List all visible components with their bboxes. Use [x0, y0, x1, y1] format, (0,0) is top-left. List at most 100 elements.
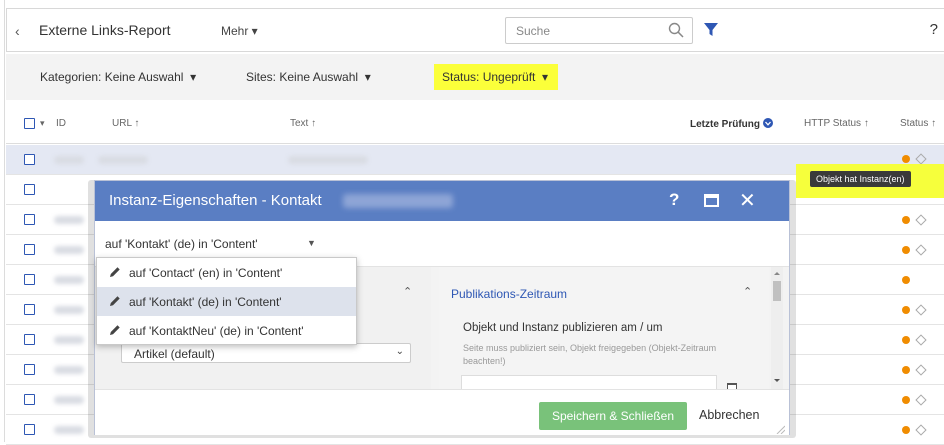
blurred-id: [54, 306, 84, 314]
collapse-icon[interactable]: ⌃: [743, 285, 752, 298]
instance-dropdown[interactable]: auf 'Kontakt' (de) in 'Content': [105, 237, 258, 251]
status-dot-icon: [902, 366, 910, 374]
scroll-thumb[interactable]: [773, 281, 781, 301]
blurred-text: [288, 156, 368, 164]
chevron-down-icon: ⌄: [395, 346, 404, 357]
row-checkbox[interactable]: [24, 274, 35, 285]
row-checkbox[interactable]: [24, 154, 35, 165]
row-checkbox[interactable]: [24, 244, 35, 255]
sites-filter[interactable]: Sites: Keine Auswahl ▾: [246, 70, 371, 84]
more-menu-button[interactable]: Mehr ▾: [221, 24, 258, 38]
maximize-icon[interactable]: [704, 194, 719, 207]
row-checkbox[interactable]: [24, 184, 35, 195]
status-diamond-icon: [915, 244, 927, 256]
blurred-id: [54, 156, 84, 164]
row-checkbox[interactable]: [24, 334, 35, 345]
dialog-title: Instanz-Eigenschaften - Kontakt: [109, 192, 322, 209]
status-diamond-icon: [915, 334, 927, 346]
search-placeholder: Suche: [516, 24, 551, 38]
chevron-down-icon[interactable]: ▼: [307, 238, 316, 248]
template-select[interactable]: Artikel (default) ⌄: [121, 343, 411, 363]
blurred-id: [54, 276, 84, 284]
status-dot-icon: [902, 426, 910, 434]
status-dot-icon: [902, 216, 910, 224]
status-dot-icon: [902, 336, 910, 344]
col-url[interactable]: URL ↑: [112, 118, 139, 129]
divider: [4, 0, 5, 442]
menu-item-kontakt-de[interactable]: auf 'Kontakt' (de) in 'Content': [97, 287, 356, 316]
status-diamond-icon: [915, 394, 927, 406]
menu-item-contact-en[interactable]: auf 'Contact' (en) in 'Content': [97, 258, 356, 287]
col-status[interactable]: Status ↑: [900, 118, 936, 129]
categories-filter-label: Kategorien: Keine Auswahl: [40, 70, 184, 84]
instance-menu: auf 'Contact' (en) in 'Content' auf 'Kon…: [96, 257, 357, 345]
blurred-id: [54, 246, 84, 254]
row-checkbox[interactable]: [24, 424, 35, 435]
pencil-icon: [109, 324, 121, 339]
pencil-icon: [109, 266, 121, 281]
status-dot-icon: [902, 306, 910, 314]
save-close-button[interactable]: Speichern & Schließen: [539, 402, 687, 430]
row-checkbox[interactable]: [24, 304, 35, 315]
status-dot-icon: [902, 396, 910, 404]
status-dot-icon: [902, 246, 910, 254]
status-diamond-icon: [915, 214, 927, 226]
collapse-icon[interactable]: ⌃: [403, 285, 412, 298]
categories-filter[interactable]: Kategorien: Keine Auswahl ▾: [40, 70, 196, 84]
report-header: ‹ Externe Links-Report Mehr ▾ Suche ?: [6, 8, 944, 52]
col-last-check[interactable]: Letzte Prüfung: [690, 118, 773, 130]
publish-date-input[interactable]: [461, 375, 717, 389]
sort-down-icon: [762, 118, 773, 128]
publish-label: Objekt und Instanz publizieren am / um: [463, 322, 663, 334]
col-text[interactable]: Text ↑: [290, 118, 316, 129]
sites-filter-label: Sites: Keine Auswahl: [246, 70, 359, 84]
status-diamond-icon: [915, 424, 927, 436]
col-id[interactable]: ID: [56, 118, 66, 129]
row-checkbox[interactable]: [24, 214, 35, 225]
resize-handle-icon: [776, 425, 785, 434]
col-last-check-label: Letzte Prüfung: [690, 119, 760, 130]
select-all-caret[interactable]: ▾: [40, 118, 45, 129]
close-icon[interactable]: ✕: [739, 188, 756, 213]
row-checkbox[interactable]: [24, 394, 35, 405]
blurred-url: [98, 156, 148, 164]
help-icon[interactable]: ?: [930, 21, 938, 38]
blurred-id: [54, 426, 84, 434]
status-dot-icon: [902, 276, 910, 284]
menu-item-label: auf 'Kontakt' (de) in 'Content': [129, 295, 282, 309]
search-icon[interactable]: [668, 22, 684, 41]
chevron-left-icon[interactable]: ‹: [15, 23, 20, 39]
filter-bar: Kategorien: Keine Auswahl ▾ Sites: Keine…: [6, 54, 944, 100]
more-label: Mehr: [221, 24, 249, 38]
status-diamond-icon: [915, 304, 927, 316]
dialog-help-icon[interactable]: ?: [669, 190, 679, 210]
scrollbar[interactable]: [771, 267, 783, 389]
page-title: Externe Links-Report: [39, 22, 171, 38]
row-checkbox[interactable]: [24, 364, 35, 375]
status-diamond-icon: [915, 153, 927, 165]
col-http-status[interactable]: HTTP Status ↑: [804, 118, 869, 129]
pencil-icon: [109, 295, 121, 310]
filter-icon[interactable]: [704, 23, 718, 40]
status-dot-icon: [902, 155, 910, 163]
blurred-id: [54, 366, 84, 374]
scroll-up-icon: [774, 272, 780, 275]
search-input[interactable]: Suche: [505, 17, 693, 44]
blurred-id: [54, 396, 84, 404]
dialog-header: Instanz-Eigenschaften - Kontakt ? ✕: [95, 181, 789, 221]
blurred-id: [54, 336, 84, 344]
select-all-checkbox[interactable]: [24, 118, 35, 129]
table-header: ▾ ID URL ↑ Text ↑ Letzte Prüfung HTTP St…: [6, 104, 944, 144]
section-title: Publikations-Zeitraum: [451, 287, 568, 301]
cancel-button[interactable]: Abbrechen: [699, 408, 759, 422]
blurred-title-suffix: [343, 194, 453, 208]
blurred-id: [54, 216, 84, 224]
menu-item-label: auf 'Contact' (en) in 'Content': [129, 266, 283, 280]
menu-item-kontaktneu-de[interactable]: auf 'KontaktNeu' (de) in 'Content': [97, 316, 356, 345]
template-select-value: Artikel (default): [134, 347, 215, 361]
instance-tooltip: Objekt hat Instanz(en): [810, 171, 911, 187]
status-filter[interactable]: Status: Ungeprüft ▾: [434, 64, 559, 90]
scroll-down-icon: [774, 379, 780, 382]
publish-hint: Seite muss publiziert sein, Objekt freig…: [463, 343, 717, 366]
dialog-footer: Speichern & Schließen Abbrechen: [95, 389, 789, 435]
